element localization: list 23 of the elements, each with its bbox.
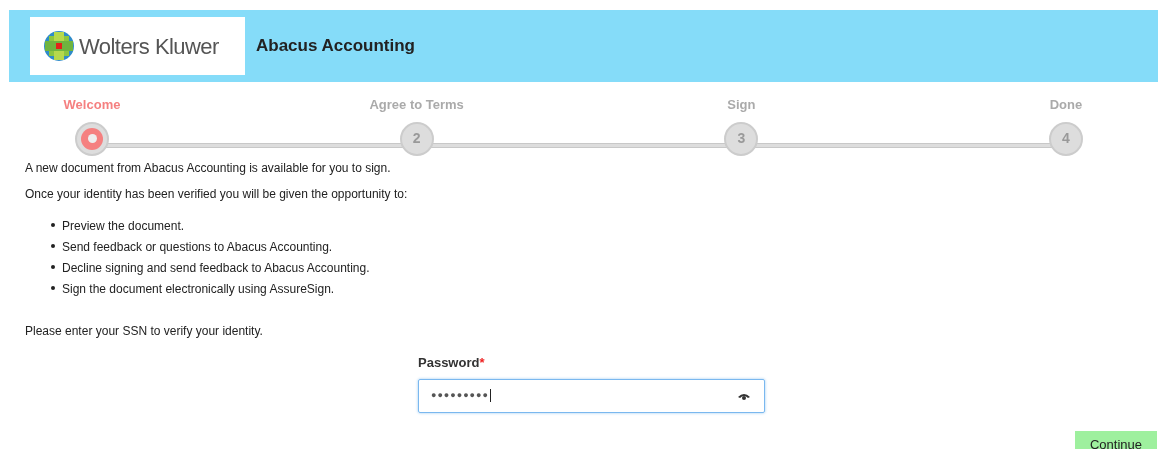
step-label: Welcome bbox=[63, 96, 121, 114]
step-label: Sign bbox=[727, 96, 756, 114]
password-field[interactable]: ●●●●●●●●● bbox=[418, 378, 765, 413]
intro-text: A new document from Abacus Accounting is available for you to sign. bbox=[25, 160, 392, 177]
list-item: Decline signing and send feedback to Abacus Accounting. bbox=[62, 260, 370, 277]
bullet-icon bbox=[51, 223, 55, 227]
globe-icon bbox=[43, 30, 75, 62]
eye-icon[interactable] bbox=[738, 391, 750, 400]
prompt-text: Please enter your SSN to verify your identity. bbox=[25, 323, 264, 340]
app-title: Abacus Accounting bbox=[256, 35, 415, 58]
bullet-icon bbox=[51, 244, 55, 248]
step-label: Agree to Terms bbox=[369, 96, 464, 114]
required-mark: * bbox=[479, 354, 485, 372]
lead-text: Once your identity has been verified you will be given the opportunity to: bbox=[25, 186, 409, 203]
brand-name: Wolters Kluwer bbox=[79, 32, 219, 61]
list-item: Send feedback or questions to Abacus Accounting. bbox=[62, 239, 333, 256]
field-label: Password bbox=[418, 354, 480, 372]
bullet-icon bbox=[51, 265, 55, 269]
continue-button[interactable]: Continue bbox=[1075, 431, 1157, 449]
bullet-icon bbox=[51, 286, 55, 290]
list-item: Preview the document. bbox=[62, 218, 185, 235]
list-item: Sign the document electronically using AssureSign. bbox=[62, 281, 335, 298]
step-label: Done bbox=[1049, 96, 1083, 114]
